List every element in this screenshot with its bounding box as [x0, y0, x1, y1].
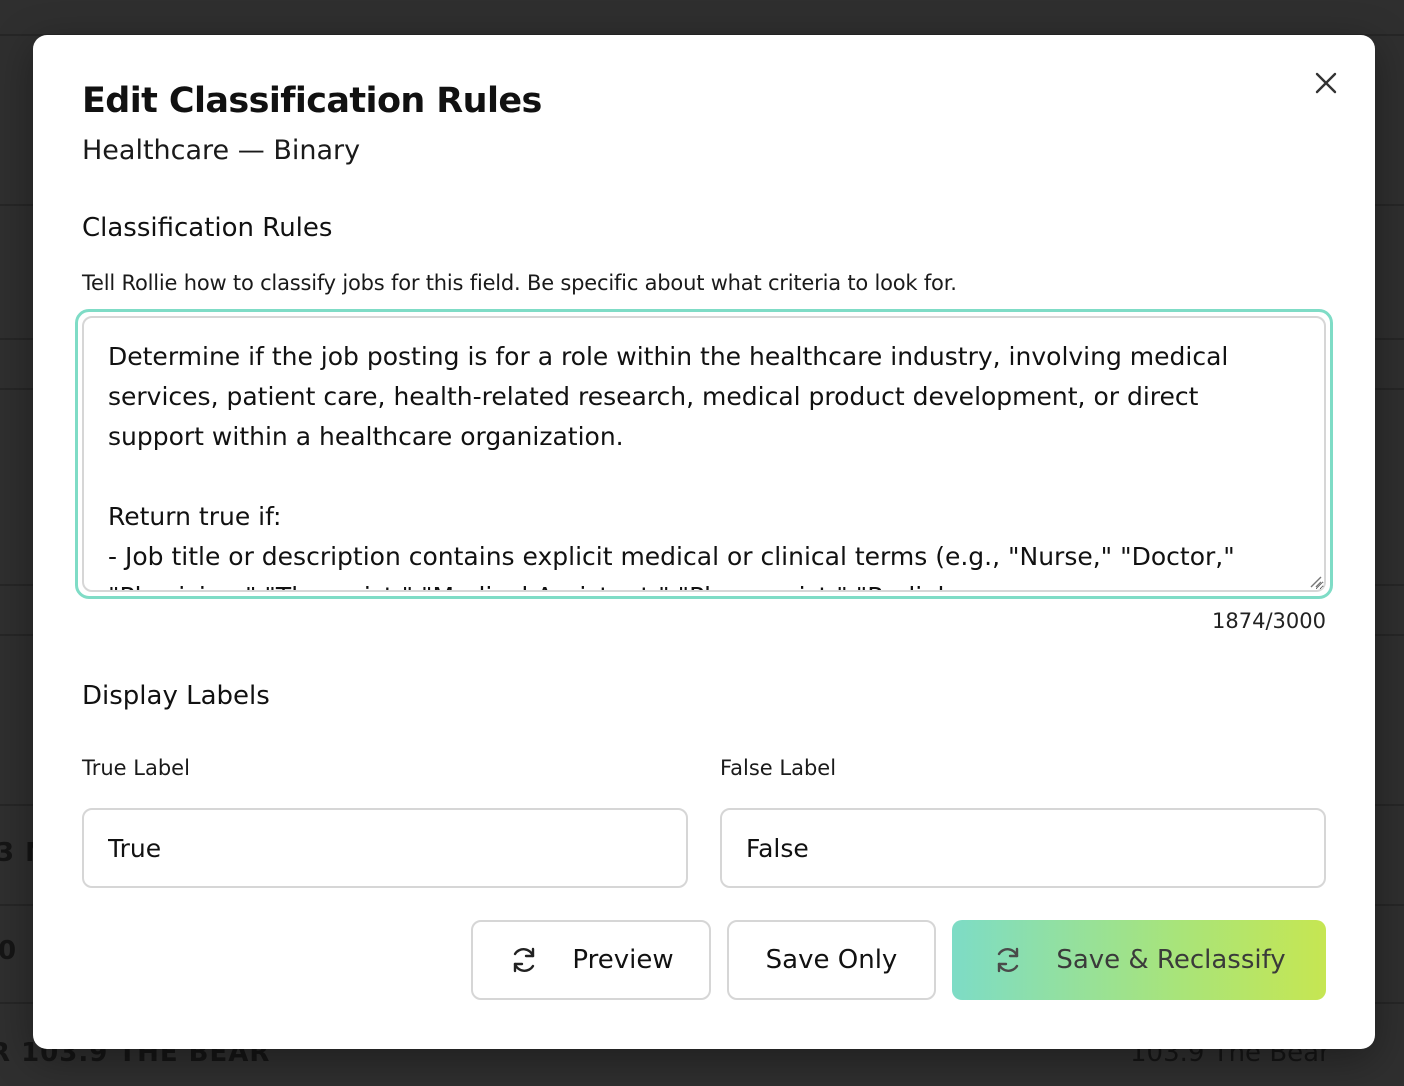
display-labels-heading: Display Labels	[82, 681, 270, 711]
edit-classification-rules-modal: Edit Classification Rules Healthcare — B…	[33, 35, 1375, 1049]
save-reclassify-button[interactable]: Save & Reclassify	[952, 920, 1326, 1000]
save-reclassify-button-label: Save & Reclassify	[1056, 945, 1286, 975]
classification-rules-heading: Classification Rules	[82, 213, 333, 243]
false-label-input[interactable]	[720, 808, 1326, 888]
modal-subtitle: Healthcare — Binary	[82, 135, 361, 166]
preview-button-label: Preview	[572, 945, 674, 975]
refresh-icon	[508, 944, 540, 976]
true-label-input[interactable]	[82, 808, 688, 888]
save-only-button[interactable]: Save Only	[727, 920, 936, 1000]
resize-handle-icon[interactable]	[1308, 574, 1322, 588]
false-label-caption: False Label	[720, 756, 837, 780]
classification-rules-textarea[interactable]: Determine if the job posting is for a ro…	[82, 316, 1326, 592]
background-row-text: 0	[0, 936, 18, 966]
true-label-caption: True Label	[82, 756, 190, 780]
character-count: 1874/3000	[1212, 609, 1326, 633]
classification-rules-help-text: Tell Rollie how to classify jobs for thi…	[82, 271, 957, 295]
refresh-icon	[992, 944, 1024, 976]
close-icon	[1315, 72, 1337, 94]
save-only-button-label: Save Only	[765, 945, 898, 975]
modal-title: Edit Classification Rules	[82, 81, 542, 121]
close-button[interactable]	[1311, 68, 1341, 98]
preview-button[interactable]: Preview	[471, 920, 711, 1000]
